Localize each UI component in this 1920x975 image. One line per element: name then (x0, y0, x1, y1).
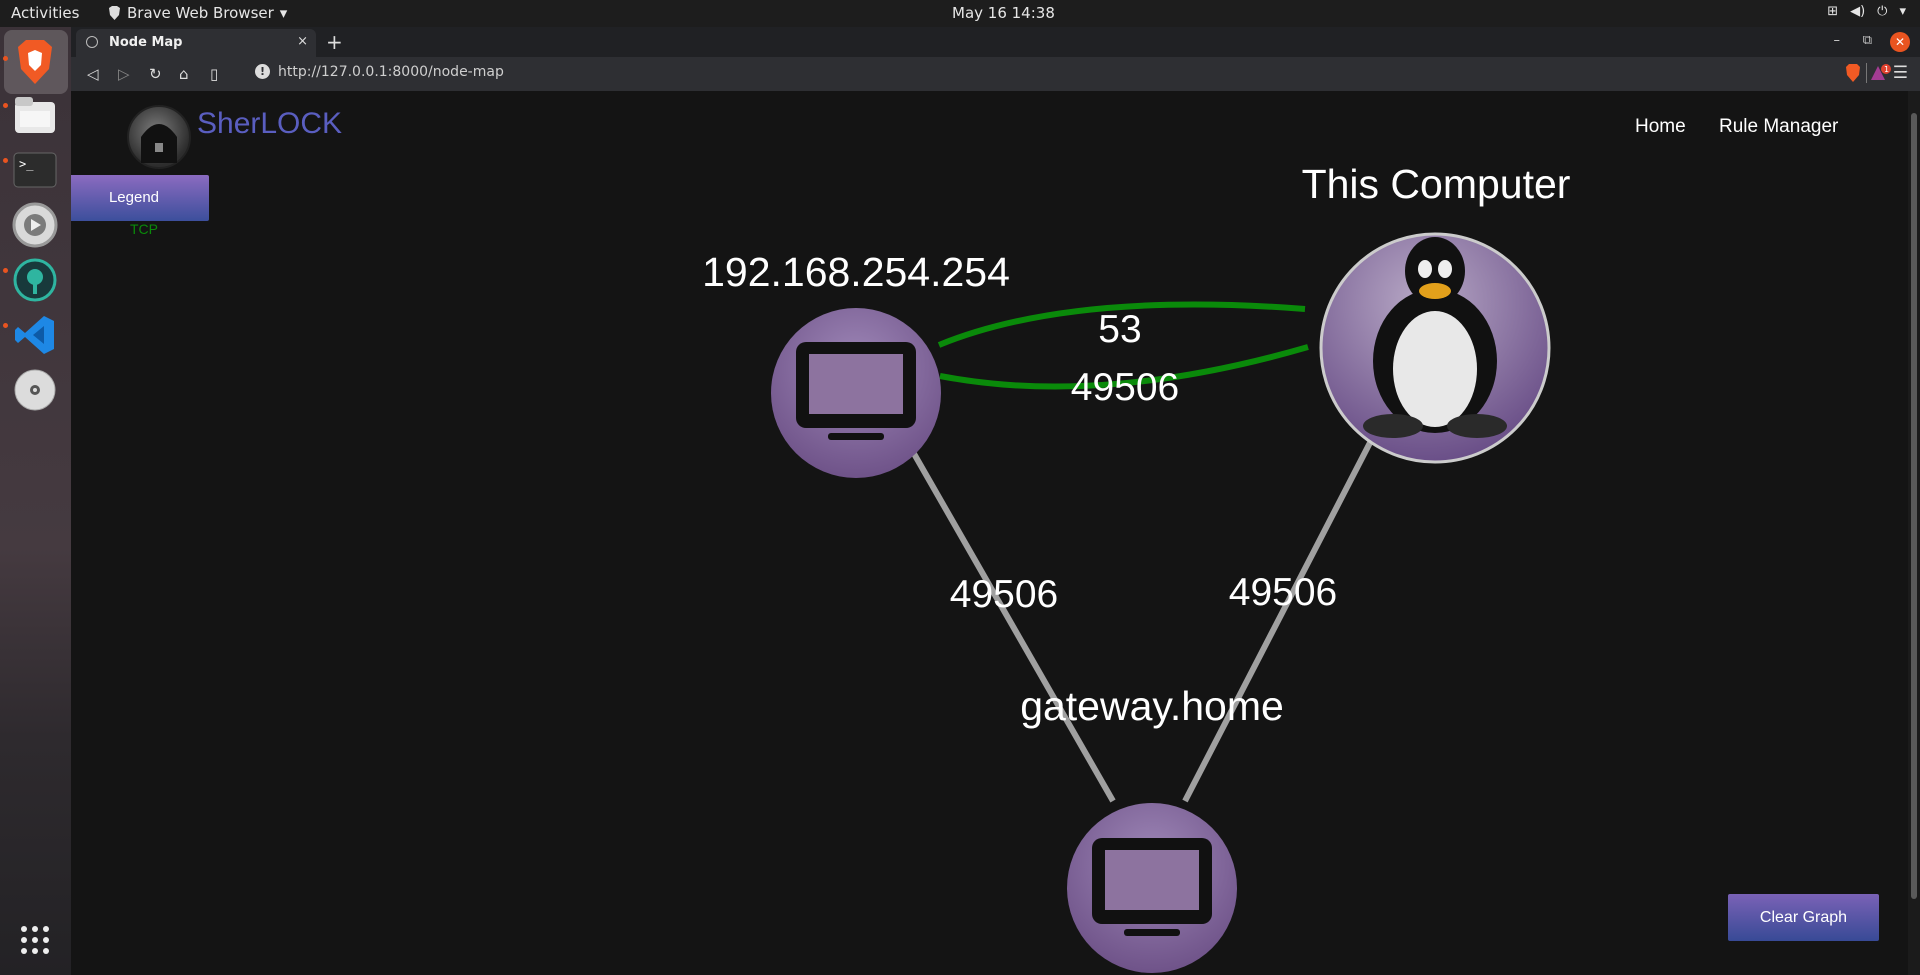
page-content: 53 49506 49506 49506 192.168.254.254 Thi… (71, 91, 1920, 975)
page-scrollbar[interactable] (1908, 91, 1920, 975)
brave-small-icon (109, 6, 120, 20)
monitor-icon (796, 342, 916, 440)
address-bar[interactable]: ! http://127.0.0.1:8000/node-map (252, 61, 1867, 87)
running-indicator (3, 56, 8, 61)
nav-home[interactable]: Home (1635, 116, 1686, 138)
node-label: This Computer (1302, 161, 1571, 207)
system-top-bar: Activities Brave Web Browser ▾ May 16 14… (0, 0, 1920, 27)
dock-brave-icon[interactable] (10, 37, 60, 87)
dock-disc-icon[interactable] (10, 365, 60, 415)
hamburger-menu-icon[interactable]: ☰ (1893, 63, 1908, 83)
app-menu[interactable]: Brave Web Browser ▾ (108, 4, 287, 22)
divider (1866, 63, 1867, 83)
window-close-button[interactable]: ✕ (1890, 32, 1910, 52)
dock: >_ (0, 27, 71, 975)
minimize-icon[interactable]: – (1834, 33, 1841, 48)
dock-software-icon[interactable] (10, 200, 60, 250)
back-icon[interactable]: ◁ (87, 65, 99, 83)
node-label: 192.168.254.254 (702, 249, 1010, 295)
app-menu-label: Brave Web Browser (127, 4, 274, 22)
scrollbar-thumb[interactable] (1911, 113, 1917, 899)
running-indicator (3, 158, 8, 163)
show-applications-icon[interactable] (10, 915, 60, 965)
graph-node-n3[interactable] (1067, 803, 1237, 973)
brave-shields-icon[interactable] (1845, 64, 1861, 82)
reload-icon[interactable]: ↻ (149, 65, 162, 83)
edge-label: 49506 (950, 573, 1058, 616)
site-info-icon[interactable]: ! (255, 64, 270, 79)
graph-node-n2[interactable] (1319, 232, 1551, 464)
edge-label: 49506 (1071, 366, 1179, 409)
dock-gitkraken-icon[interactable] (10, 255, 60, 305)
tab-title: Node Map (109, 35, 183, 50)
forward-icon[interactable]: ▷ (118, 65, 130, 83)
dock-terminal-icon[interactable]: >_ (10, 145, 60, 195)
legend-item-tcp: TCP (130, 221, 158, 237)
url-text: http://127.0.0.1:8000/node-map (278, 64, 504, 80)
running-indicator (3, 103, 8, 108)
nav-rule-manager[interactable]: Rule Manager (1719, 116, 1838, 138)
running-indicator (3, 268, 8, 273)
clear-graph-button[interactable]: Clear Graph (1728, 894, 1879, 941)
node-label: gateway.home (1020, 683, 1284, 729)
browser-window: Node Map × + – ⧉ ✕ ◁ ▷ ↻ ⌂ ▯ ! http://12… (71, 27, 1920, 975)
running-indicator (3, 323, 8, 328)
monitor-icon (1092, 838, 1212, 936)
restore-icon[interactable]: ⧉ (1863, 33, 1872, 48)
edge-n1-n3[interactable] (898, 429, 1116, 803)
new-tab-button[interactable]: + (326, 30, 343, 54)
site-brand[interactable]: SherLOCK (197, 107, 342, 141)
home-icon[interactable]: ⌂ (179, 65, 189, 83)
volume-icon: ◀) (1850, 4, 1866, 19)
network-icon: ⊞ (1827, 4, 1839, 19)
dock-vscode-icon[interactable] (10, 310, 60, 360)
activities-button[interactable]: Activities (11, 4, 79, 22)
power-icon: ⏻ (1877, 4, 1888, 19)
rewards-badge-count: 1 (1884, 65, 1889, 74)
bookmark-icon[interactable]: ▯ (210, 65, 218, 83)
chevron-down-icon: ▾ (1899, 4, 1906, 19)
edge-n2-n3[interactable] (1182, 431, 1378, 803)
tab-close-button[interactable]: × (297, 34, 308, 49)
node-graph[interactable]: 53 49506 49506 49506 192.168.254.254 Thi… (71, 91, 1920, 975)
hooded-figure-icon (141, 124, 177, 163)
sherlock-logo[interactable] (127, 105, 191, 169)
globe-icon (86, 36, 98, 48)
graph-node-n1[interactable] (771, 308, 941, 478)
clock[interactable]: May 16 14:38 (952, 4, 1055, 22)
tab-node-map[interactable]: Node Map × (76, 29, 316, 57)
system-tray[interactable]: ⊞ ◀) ⏻ ▾ (1827, 4, 1906, 19)
svg-text:>_: >_ (19, 157, 34, 171)
chevron-down-icon: ▾ (279, 4, 288, 22)
dock-files-icon[interactable] (10, 90, 60, 140)
edge-label: 49506 (1229, 571, 1337, 614)
edge-label: 53 (1098, 308, 1141, 351)
brave-rewards-icon[interactable]: 1 (1870, 64, 1892, 82)
browser-toolbar: ◁ ▷ ↻ ⌂ ▯ ! http://127.0.0.1:8000/node-m… (71, 57, 1920, 91)
tab-strip: Node Map × + – ⧉ ✕ (71, 27, 1920, 57)
legend-button[interactable]: Legend (71, 175, 209, 221)
